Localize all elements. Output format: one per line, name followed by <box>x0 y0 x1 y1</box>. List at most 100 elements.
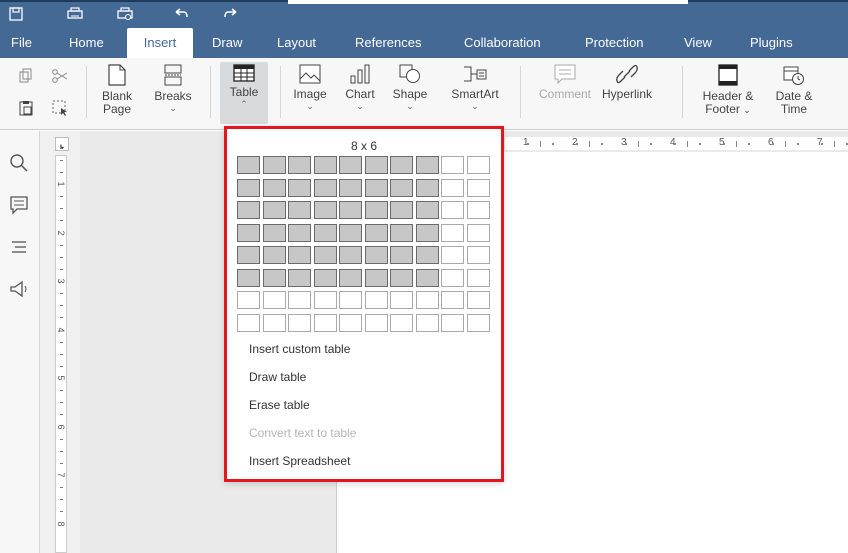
table-grid-cell[interactable] <box>313 201 337 219</box>
table-grid-cell[interactable] <box>237 156 260 174</box>
tab-references[interactable]: References <box>355 28 421 58</box>
table-grid-cell[interactable] <box>466 178 490 197</box>
redo-icon[interactable] <box>222 5 240 23</box>
hyperlink-button[interactable]: Hyperlink <box>596 64 658 101</box>
table-grid-cell[interactable] <box>288 156 311 174</box>
table-grid-cell[interactable] <box>364 268 388 287</box>
table-grid-cell[interactable] <box>466 201 490 219</box>
table-grid-cell[interactable] <box>415 291 439 309</box>
draw-table-item[interactable]: Draw table <box>249 370 306 384</box>
table-grid-cell[interactable] <box>390 156 413 174</box>
blank-page-button[interactable]: Blank Page <box>102 64 132 116</box>
table-grid-cell[interactable] <box>390 223 413 242</box>
table-grid-cell[interactable] <box>313 313 337 332</box>
table-grid-cell[interactable] <box>415 313 439 332</box>
print-icon[interactable] <box>66 5 84 23</box>
table-grid-cell[interactable] <box>313 156 337 174</box>
table-grid-cell[interactable] <box>390 268 413 287</box>
table-grid-cell[interactable] <box>390 178 413 197</box>
table-grid-cell[interactable] <box>466 268 490 287</box>
smartart-button[interactable]: SmartArt ⌄ <box>445 64 505 111</box>
table-grid-cell[interactable] <box>364 201 388 219</box>
table-grid-cell[interactable] <box>390 246 413 264</box>
save-icon[interactable] <box>7 5 25 23</box>
table-grid-cell[interactable] <box>237 201 260 219</box>
quick-print-icon[interactable] <box>116 5 134 23</box>
table-grid-cell[interactable] <box>288 268 311 287</box>
table-grid-cell[interactable] <box>313 246 337 264</box>
insert-spreadsheet-item[interactable]: Insert Spreadsheet <box>249 454 350 468</box>
table-grid-cell[interactable] <box>441 246 464 264</box>
table-grid-cell[interactable] <box>415 268 439 287</box>
breaks-button[interactable]: Breaks ⌄ <box>150 64 196 113</box>
feedback-icon[interactable] <box>9 279 29 299</box>
table-grid-cell[interactable] <box>288 313 311 332</box>
table-grid-cell[interactable] <box>237 291 260 309</box>
date-time-button[interactable]: Date & Time <box>772 64 816 116</box>
tab-protection[interactable]: Protection <box>585 28 644 58</box>
table-grid-cell[interactable] <box>364 291 388 309</box>
shape-button[interactable]: Shape ⌄ <box>390 64 430 111</box>
tab-collaboration[interactable]: Collaboration <box>464 28 541 58</box>
cut-icon[interactable] <box>52 68 68 84</box>
table-grid-cell[interactable] <box>339 291 362 309</box>
table-grid-cell[interactable] <box>339 156 362 174</box>
undo-icon[interactable] <box>172 5 190 23</box>
copy-icon[interactable] <box>18 68 34 84</box>
table-grid-cell[interactable] <box>313 223 337 242</box>
table-grid-cell[interactable] <box>237 268 260 287</box>
table-grid-cell[interactable] <box>313 268 337 287</box>
chart-button[interactable]: Chart ⌄ <box>343 64 377 111</box>
table-grid-cell[interactable] <box>441 178 464 197</box>
table-grid-cell[interactable] <box>262 156 286 174</box>
table-grid-cell[interactable] <box>466 223 490 242</box>
image-button[interactable]: Image ⌄ <box>290 64 330 111</box>
navigation-icon[interactable] <box>9 237 29 257</box>
table-grid-cell[interactable] <box>237 223 260 242</box>
table-button[interactable]: Table ⌃ <box>220 62 268 124</box>
table-grid-cell[interactable] <box>364 246 388 264</box>
table-grid-cell[interactable] <box>237 246 260 264</box>
table-grid-cell[interactable] <box>390 313 413 332</box>
table-grid-cell[interactable] <box>441 268 464 287</box>
table-grid-cell[interactable] <box>237 178 260 197</box>
select-all-icon[interactable] <box>52 100 68 116</box>
search-icon[interactable] <box>9 153 29 173</box>
table-grid-cell[interactable] <box>262 223 286 242</box>
tab-insert[interactable]: Insert <box>127 28 193 58</box>
table-grid-cell[interactable] <box>466 246 490 264</box>
table-grid-cell[interactable] <box>237 313 260 332</box>
table-grid-cell[interactable] <box>313 291 337 309</box>
paste-icon[interactable] <box>18 100 34 116</box>
table-grid-cell[interactable] <box>390 291 413 309</box>
table-grid-cell[interactable] <box>339 313 362 332</box>
tab-draw[interactable]: Draw <box>212 28 242 58</box>
table-grid-cell[interactable] <box>415 156 439 174</box>
tab-home[interactable]: Home <box>69 28 104 58</box>
table-grid-cell[interactable] <box>390 201 413 219</box>
insert-custom-table-item[interactable]: Insert custom table <box>249 342 350 356</box>
header-footer-button[interactable]: Header & Footer ⌄ <box>696 64 760 117</box>
table-grid-cell[interactable] <box>415 178 439 197</box>
erase-table-item[interactable]: Erase table <box>249 398 310 412</box>
table-grid-cell[interactable] <box>288 178 311 197</box>
table-grid-cell[interactable] <box>364 156 388 174</box>
table-grid-cell[interactable] <box>288 201 311 219</box>
table-grid-cell[interactable] <box>466 156 490 174</box>
table-grid-cell[interactable] <box>262 268 286 287</box>
table-grid-cell[interactable] <box>466 313 490 332</box>
table-grid-cell[interactable] <box>415 201 439 219</box>
table-grid-cell[interactable] <box>288 246 311 264</box>
tab-file[interactable]: File <box>11 28 32 58</box>
tab-plugins[interactable]: Plugins <box>750 28 793 58</box>
table-grid-cell[interactable] <box>364 223 388 242</box>
tab-stop-selector[interactable]: ⌞ <box>55 137 69 151</box>
tab-layout[interactable]: Layout <box>277 28 316 58</box>
convert-text-to-table-item[interactable]: Convert text to table <box>249 426 356 440</box>
table-grid-cell[interactable] <box>339 268 362 287</box>
comment-button[interactable]: Comment <box>534 64 596 101</box>
table-grid-cell[interactable] <box>288 223 311 242</box>
horizontal-ruler[interactable]: 1234567 <box>505 137 848 150</box>
table-grid-cell[interactable] <box>313 178 337 197</box>
table-grid-cell[interactable] <box>339 223 362 242</box>
